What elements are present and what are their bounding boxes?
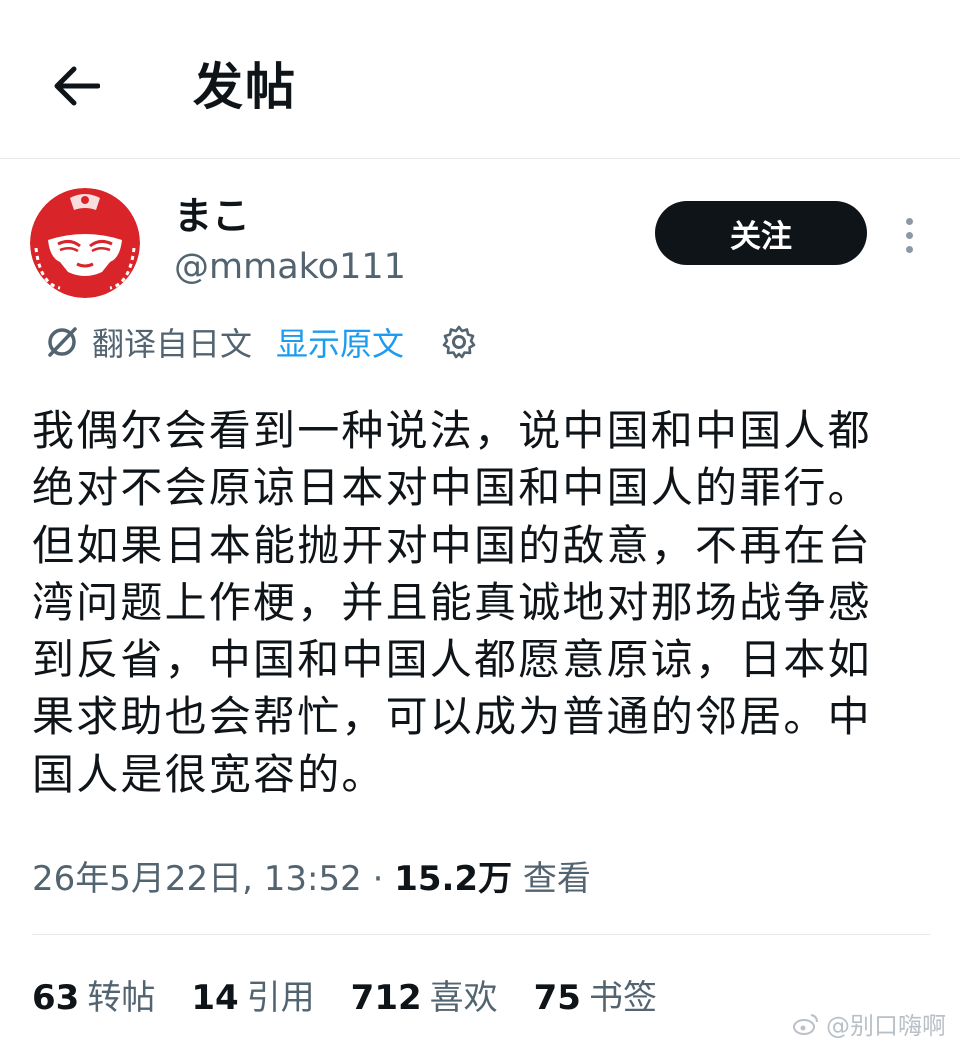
divider	[32, 934, 930, 935]
show-original-link[interactable]: 显示原文	[276, 319, 404, 365]
top-bar: 发帖	[0, 0, 960, 159]
stat-label: 书签	[588, 978, 657, 1018]
tweet-meta: 26年5月22日, 13:52 · 15.2万 查看	[32, 856, 591, 902]
engagement-stats: 63 转帖 14 引用 712 喜欢 75 书签	[32, 975, 693, 1021]
views-count: 15.2万	[394, 859, 513, 899]
stat-count: 712	[350, 978, 422, 1018]
timestamp[interactable]: 26年5月22日, 13:52	[32, 859, 362, 899]
gear-icon	[442, 325, 476, 359]
more-dot-icon	[905, 245, 913, 253]
translated-from-label: 翻译自日文	[92, 325, 253, 363]
tweet-text: 我偶尔会看到一种说法，说中国和中国人都绝对不会原谅日本对中国和中国人的罪行。但如…	[32, 406, 872, 799]
watermark-text: @别口嗨啊	[826, 1012, 946, 1040]
meta-separator: ·	[372, 859, 384, 899]
tweet-detail-page: 发帖 まこ @mmako111 关注 翻译自日文 显示原文 我偶尔会看到一种说法…	[0, 0, 960, 1051]
arrow-left-icon	[54, 66, 100, 106]
translation-settings-button[interactable]	[440, 323, 478, 361]
user-handle[interactable]: @mmako111	[174, 244, 406, 290]
avatar[interactable]	[30, 188, 140, 298]
follow-button[interactable]: 关注	[655, 201, 867, 265]
stat-label: 引用	[246, 978, 315, 1018]
views-label: 查看	[522, 859, 591, 899]
stat-bookmarks[interactable]: 75 书签	[534, 975, 657, 1021]
more-dot-icon	[905, 231, 913, 239]
stat-reposts[interactable]: 63 转帖	[32, 975, 155, 1021]
page-title: 发帖	[193, 58, 297, 116]
back-button[interactable]	[44, 54, 108, 118]
more-options-button[interactable]	[894, 210, 924, 260]
display-name[interactable]: まこ	[174, 192, 250, 240]
stat-quotes[interactable]: 14 引用	[191, 975, 314, 1021]
stat-label: 转帖	[87, 978, 156, 1018]
stat-count: 63	[32, 978, 80, 1018]
stat-count: 14	[191, 978, 239, 1018]
translation-row: 翻译自日文 显示原文	[44, 318, 478, 366]
stat-count: 75	[533, 978, 581, 1018]
avatar-image	[30, 188, 140, 298]
stat-likes[interactable]: 712 喜欢	[351, 975, 498, 1021]
translate-icon	[48, 327, 77, 357]
weibo-icon	[793, 1013, 818, 1035]
watermark: @别口嗨啊	[792, 1006, 946, 1041]
stat-label: 喜欢	[429, 978, 498, 1018]
more-dot-icon	[905, 217, 913, 225]
